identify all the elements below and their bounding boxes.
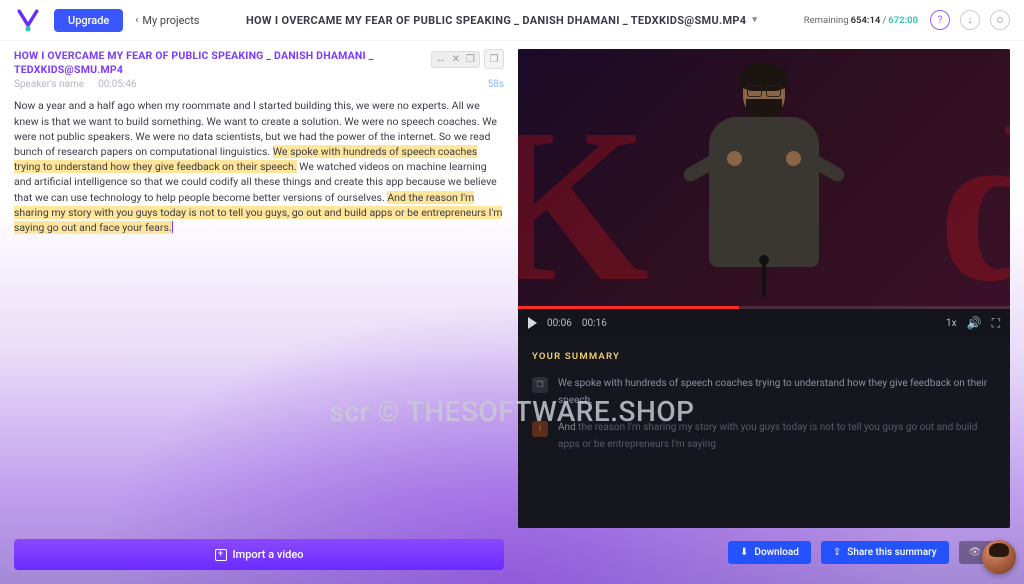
transcript-body[interactable]: Now a year and a half ago when my roomma…	[14, 98, 504, 235]
summary-heading: YOUR SUMMARY	[532, 349, 996, 365]
download-icon[interactable]: ↓	[960, 10, 980, 30]
upgrade-button[interactable]: Upgrade	[54, 9, 123, 32]
fullscreen-icon[interactable]: ⛶	[992, 316, 1000, 331]
summary-row[interactable]: ❐ We spoke with hundreds of speech coach…	[532, 375, 996, 409]
remaining-time: Remaining 654:14/ 672:00	[804, 15, 918, 26]
timestamp: 00:05:46	[98, 79, 137, 90]
account-icon[interactable]: ☺	[990, 10, 1010, 30]
speaker-name-label: Speaker's name	[14, 79, 84, 90]
playback-speed[interactable]: 1x	[946, 318, 957, 329]
summary-badge: i	[532, 421, 548, 437]
user-avatar[interactable]	[982, 540, 1016, 574]
segment-tool-pill: ↔ ✕ ❐	[431, 51, 480, 68]
copy-segment-button[interactable]: ❐	[484, 49, 504, 69]
summary-badge: ❐	[532, 377, 548, 393]
action-bar: ⬇ Download ⇪ Share this summary 👁 0	[518, 534, 1010, 570]
duplicate-segment-icon[interactable]: ❐	[466, 54, 475, 65]
transcript-title: HOW I OVERCAME MY FEAR OF PUBLIC SPEAKIN…	[14, 49, 374, 76]
summary-panel: YOUR SUMMARY ❐ We spoke with hundreds of…	[518, 337, 1010, 528]
chevron-left-icon: ‹	[135, 15, 138, 26]
transcript-meta: Speaker's name 00:05:46 58s	[14, 79, 504, 90]
video-current-time: 00:06	[547, 318, 572, 329]
eye-icon: 👁	[969, 547, 982, 558]
video-total-time: 00:16	[582, 318, 607, 329]
back-label: My projects	[142, 14, 199, 27]
share-summary-button[interactable]: ⇪ Share this summary	[821, 541, 949, 564]
video-preview[interactable]: K d	[518, 49, 1010, 309]
back-to-projects-link[interactable]: ‹ My projects	[135, 14, 199, 27]
play-button[interactable]	[528, 317, 537, 329]
document-title[interactable]: HOW I OVERCAME MY FEAR OF PUBLIC SPEAKIN…	[211, 14, 791, 27]
share-icon: ⇪	[833, 547, 841, 558]
download-icon: ⬇	[740, 547, 748, 558]
move-handle-icon[interactable]: ↔	[436, 54, 446, 65]
video-progress[interactable]	[518, 306, 1010, 309]
download-button[interactable]: ⬇ Download	[728, 541, 811, 564]
segment-duration: 58s	[488, 79, 504, 90]
volume-icon[interactable]: 🔊	[967, 316, 982, 330]
video-controls: 00:06 00:16 1x 🔊 ⛶	[518, 309, 1010, 337]
video-card: K d 00:06 00:16	[518, 49, 1010, 528]
microphone-icon	[762, 261, 766, 297]
help-icon[interactable]: ?	[930, 10, 950, 30]
app-logo[interactable]	[14, 6, 42, 34]
summary-row[interactable]: i And the reason I'm sharing my story wi…	[532, 419, 996, 453]
import-video-button[interactable]: + Import a video	[14, 539, 504, 570]
text-cursor	[172, 221, 173, 233]
delete-segment-icon[interactable]: ✕	[452, 54, 460, 65]
caret-down-icon: ▾	[752, 15, 757, 25]
app-header: Upgrade ‹ My projects HOW I OVERCAME MY …	[0, 0, 1024, 41]
speaker-figure	[689, 67, 839, 287]
plus-icon: +	[215, 549, 227, 561]
